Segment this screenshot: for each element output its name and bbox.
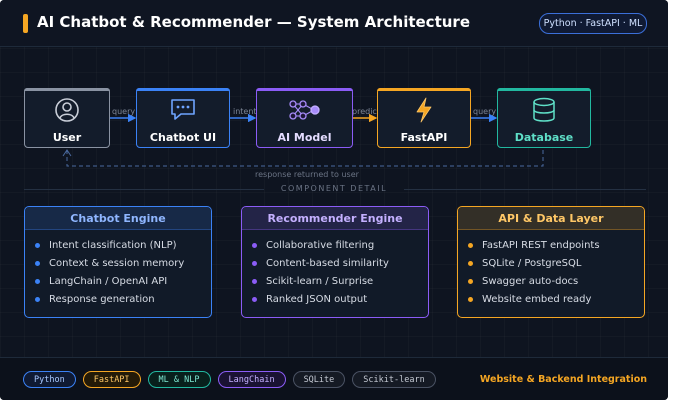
card-api-data-layer: API & Data Layer FastAPI REST endpoints …	[457, 206, 645, 318]
node-label: AI Model	[277, 131, 332, 144]
flow-node-chatbot-ui: Chatbot UI	[136, 88, 230, 148]
list-item: Response generation	[35, 293, 205, 311]
return-path-dashed	[66, 150, 544, 167]
list-item: Scikit-learn / Surprise	[252, 275, 422, 293]
chip-scikit-learn: Scikit-learn	[352, 371, 436, 388]
bullet-dot	[468, 297, 473, 302]
list-item: Intent classification (NLP)	[35, 239, 205, 257]
bullet-dot	[35, 261, 40, 266]
edge-label-predict: predict	[352, 107, 380, 116]
bullet-dot	[468, 261, 473, 266]
card-recommender-engine: Recommender Engine Collaborative filteri…	[241, 206, 429, 318]
return-path-label: response returned to user	[255, 170, 359, 179]
tech-chips: Python FastAPI ML & NLP LangChain SQLite…	[23, 371, 436, 388]
chip-fastapi: FastAPI	[82, 371, 141, 388]
flow-node-ai-model: AI Model	[256, 88, 353, 148]
list-item: Website embed ready	[468, 293, 638, 311]
bullet-dot	[252, 297, 257, 302]
footer: Python FastAPI ML & NLP LangChain SQLite…	[0, 357, 668, 400]
bullet-dot	[35, 243, 40, 248]
card-title: Chatbot Engine	[25, 207, 211, 230]
chip-ml-nlp: ML & NLP	[147, 371, 211, 388]
footer-note: Website & Backend Integration	[479, 374, 647, 385]
user-icon	[55, 98, 79, 122]
diagram-canvas: AI Chatbot & Recommender — System Archit…	[0, 0, 668, 400]
edge-label-query: query	[112, 107, 136, 116]
node-label: Chatbot UI	[149, 131, 217, 144]
bullet-dot	[468, 243, 473, 248]
list-item: FastAPI REST endpoints	[468, 239, 638, 257]
lightning-bolt-icon	[416, 97, 432, 123]
list-item: Ranked JSON output	[252, 293, 422, 311]
node-label: Database	[514, 131, 574, 144]
bullet-dot	[252, 279, 257, 284]
chip-sqlite: SQLite	[292, 371, 346, 388]
list-item: Context & session memory	[35, 257, 205, 275]
node-label: User	[52, 131, 82, 144]
flow-node-fastapi: FastAPI	[377, 88, 471, 148]
edge-label-intent: intent	[233, 107, 257, 116]
bullet-dot	[35, 279, 40, 284]
flow-node-database: Database	[497, 88, 591, 148]
list-item: LangChain / OpenAI API	[35, 275, 205, 293]
node-label: FastAPI	[400, 131, 448, 144]
list-item: Collaborative filtering	[252, 239, 422, 257]
list-item: SQLite / PostgreSQL	[468, 257, 638, 275]
chip-python: Python	[23, 371, 76, 388]
chat-bubble-icon	[171, 99, 195, 120]
card-chatbot-engine: Chatbot Engine Intent classification (NL…	[24, 206, 212, 318]
database-cylinder-icon	[533, 97, 555, 122]
bullet-dot	[35, 297, 40, 302]
flow-node-user: User	[24, 88, 110, 148]
list-item: Content-based similarity	[252, 257, 422, 275]
edge-label-query-db: query	[473, 107, 497, 116]
bullet-dot	[252, 261, 257, 266]
section-divider-right	[404, 189, 646, 190]
bullet-dot	[468, 279, 473, 284]
bullet-dot	[252, 243, 257, 248]
card-title: Recommender Engine	[242, 207, 428, 230]
chip-langchain: LangChain	[217, 371, 286, 388]
card-title: API & Data Layer	[458, 207, 644, 230]
list-item: Swagger auto-docs	[468, 275, 638, 293]
neural-network-icon	[288, 100, 320, 120]
